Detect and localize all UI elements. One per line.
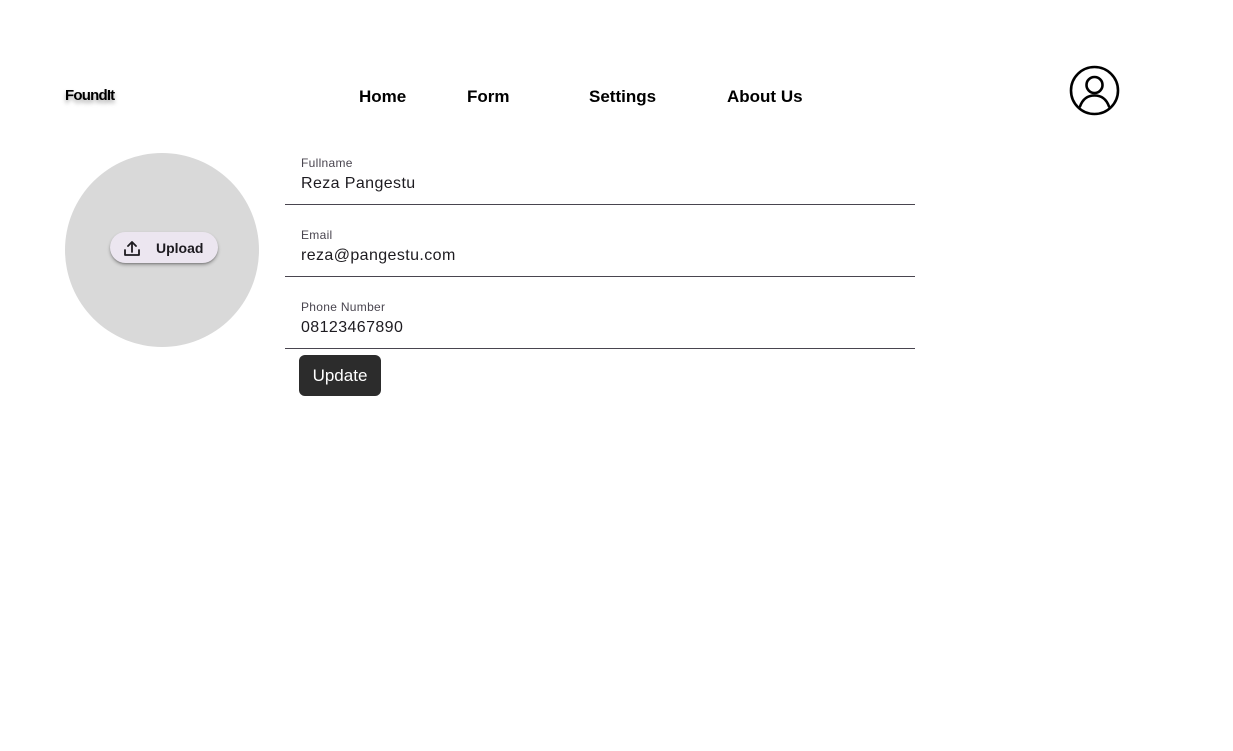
fullname-value[interactable]: Reza Pangestu <box>301 174 416 194</box>
app-logo[interactable]: FoundIt <box>65 87 115 105</box>
update-button[interactable]: Update <box>299 355 381 396</box>
upload-button[interactable]: Upload <box>110 232 218 263</box>
nav-about-link[interactable]: About Us <box>727 87 803 107</box>
phone-number-label: Phone Number <box>301 300 386 314</box>
fullname-field[interactable]: Fullname Reza Pangestu <box>285 133 915 205</box>
email-field[interactable]: Email reza@pangestu.com <box>285 205 915 277</box>
fullname-label: Fullname <box>301 156 353 170</box>
account-circle-icon[interactable] <box>1069 65 1120 116</box>
upload-icon <box>123 239 141 257</box>
nav-home-link[interactable]: Home <box>359 87 406 107</box>
nav-form-link[interactable]: Form <box>467 87 510 107</box>
nav-settings-link[interactable]: Settings <box>589 87 656 107</box>
email-label: Email <box>301 228 333 242</box>
phone-number-field[interactable]: Phone Number 08123467890 <box>285 277 915 349</box>
phone-number-value[interactable]: 08123467890 <box>301 318 403 338</box>
upload-button-label: Upload <box>156 239 204 256</box>
email-value[interactable]: reza@pangestu.com <box>301 246 456 266</box>
